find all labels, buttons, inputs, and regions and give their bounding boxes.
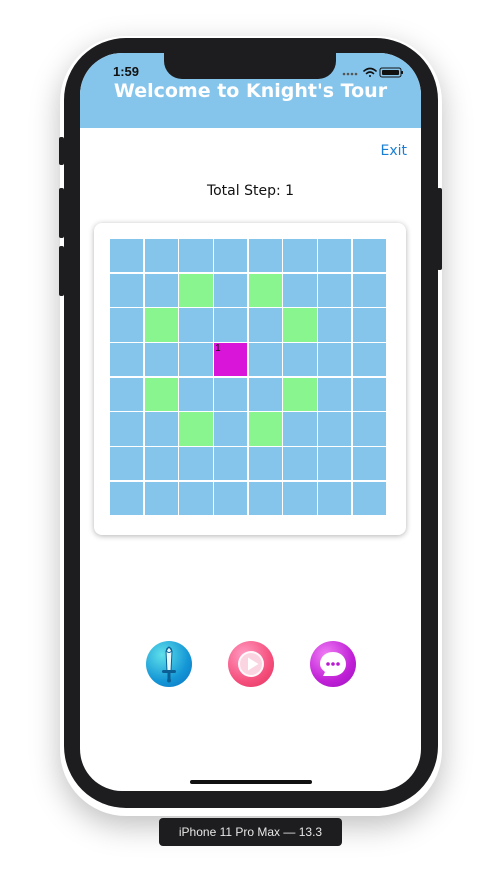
board-cell[interactable]	[318, 377, 352, 411]
board-cell[interactable]	[318, 239, 352, 273]
board-cell[interactable]	[352, 239, 386, 273]
chat-bubble-icon	[320, 652, 346, 676]
step-number: 1	[215, 343, 221, 355]
board-cell[interactable]	[144, 343, 178, 377]
board-cell[interactable]	[352, 308, 386, 342]
board-cell[interactable]	[283, 308, 317, 342]
board-cell[interactable]	[318, 273, 352, 307]
page-title: Welcome to Knight's Tour	[113, 80, 388, 102]
board-cell[interactable]	[179, 447, 213, 481]
board-cell[interactable]	[283, 481, 317, 515]
board-cell[interactable]	[318, 308, 352, 342]
board-cell[interactable]	[352, 412, 386, 446]
board-cell[interactable]	[144, 308, 178, 342]
device-label: iPhone 11 Pro Max — 13.3	[159, 818, 342, 846]
chat-button[interactable]	[310, 641, 356, 687]
chess-board: 1	[110, 239, 386, 515]
board-cell[interactable]	[144, 481, 178, 515]
wifi-icon	[363, 67, 377, 77]
board-cell[interactable]	[248, 273, 282, 307]
board-cell[interactable]	[144, 239, 178, 273]
board-cell[interactable]	[352, 481, 386, 515]
board-cell[interactable]	[248, 447, 282, 481]
board-cell[interactable]	[144, 377, 178, 411]
board-cell[interactable]	[214, 308, 248, 342]
device-notch	[164, 53, 336, 79]
board-cell[interactable]	[179, 308, 213, 342]
board-cell[interactable]	[214, 239, 248, 273]
board-cell[interactable]	[214, 273, 248, 307]
board-cell[interactable]	[179, 273, 213, 307]
board-card: 1	[94, 223, 406, 535]
board-cell[interactable]	[214, 481, 248, 515]
knight-hint-button[interactable]	[146, 641, 192, 687]
board-cell[interactable]	[179, 377, 213, 411]
board-cell[interactable]	[110, 239, 144, 273]
board-cell[interactable]	[110, 308, 144, 342]
board-cell[interactable]	[248, 412, 282, 446]
board-cell[interactable]	[283, 412, 317, 446]
board-cell[interactable]	[248, 308, 282, 342]
board-cell[interactable]	[214, 377, 248, 411]
board-cell[interactable]	[248, 377, 282, 411]
status-icons	[342, 67, 403, 78]
board-cell[interactable]	[318, 412, 352, 446]
board-cell[interactable]	[110, 481, 144, 515]
sword-icon	[162, 646, 176, 683]
board-cell[interactable]	[352, 377, 386, 411]
board-cell[interactable]	[318, 481, 352, 515]
board-cell[interactable]	[110, 377, 144, 411]
board-cell[interactable]	[110, 412, 144, 446]
app-header: 1:59 Welcome to Knight's Tour	[80, 53, 421, 128]
board-cell[interactable]	[179, 239, 213, 273]
board-cell[interactable]	[248, 481, 282, 515]
board-cell[interactable]	[110, 343, 144, 377]
board-cell[interactable]	[179, 343, 213, 377]
board-cell[interactable]	[352, 447, 386, 481]
board-cell[interactable]	[283, 447, 317, 481]
power-button	[437, 188, 442, 270]
board-cell[interactable]	[283, 239, 317, 273]
board-cell[interactable]	[352, 273, 386, 307]
board-cell[interactable]	[144, 412, 178, 446]
board-cell[interactable]	[283, 343, 317, 377]
app-screen: 1:59 Welcome to Knight's Tour Exit Total…	[80, 53, 421, 791]
board-cell[interactable]	[318, 343, 352, 377]
board-cell[interactable]	[110, 447, 144, 481]
board-cell[interactable]	[214, 412, 248, 446]
status-time: 1:59	[113, 64, 140, 79]
mute-switch	[59, 137, 64, 165]
signal-icon	[342, 72, 358, 76]
battery-icon	[379, 67, 403, 78]
total-step-counter: Total Step: 1	[206, 183, 295, 199]
board-cell[interactable]	[179, 412, 213, 446]
board-cell[interactable]	[283, 377, 317, 411]
board-cell[interactable]	[248, 239, 282, 273]
volume-down-button	[59, 246, 64, 296]
home-indicator[interactable]	[190, 780, 312, 784]
board-cell[interactable]: 1	[214, 343, 248, 377]
exit-button[interactable]: Exit	[380, 143, 407, 159]
play-button[interactable]	[228, 641, 274, 687]
board-cell[interactable]	[144, 447, 178, 481]
board-cell[interactable]	[179, 481, 213, 515]
board-cell[interactable]	[144, 273, 178, 307]
board-cell[interactable]	[110, 273, 144, 307]
volume-up-button	[59, 188, 64, 238]
board-cell[interactable]	[283, 273, 317, 307]
board-cell[interactable]	[214, 447, 248, 481]
board-cell[interactable]	[318, 447, 352, 481]
board-cell[interactable]	[352, 343, 386, 377]
play-icon	[238, 651, 264, 677]
board-cell[interactable]	[248, 343, 282, 377]
